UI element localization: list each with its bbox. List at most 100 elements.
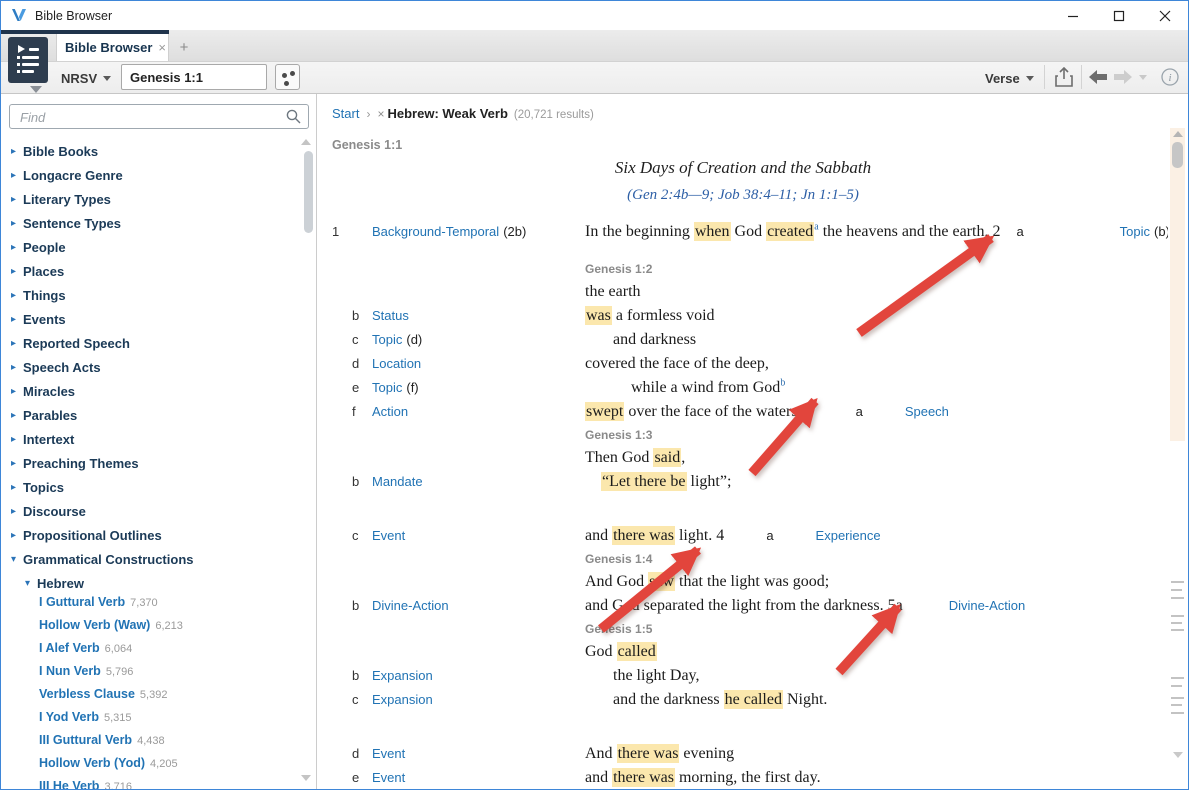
sidebar-scroll-down-icon[interactable]: [301, 775, 311, 781]
chevron-right-icon[interactable]: ▸: [11, 530, 23, 541]
sidebar-item-miracles[interactable]: ▸ Miracles: [1, 379, 302, 403]
sidebar-item-i-guttural-verb[interactable]: I Guttural Verb 7,370: [1, 595, 302, 618]
discourse-label-link[interactable]: Action: [372, 404, 408, 419]
sidebar-item-i-nun-verb[interactable]: I Nun Verb 5,796: [1, 664, 302, 687]
info-button[interactable]: i: [1159, 65, 1181, 89]
verse-text: and there was light. 4 a Experience: [585, 526, 881, 545]
sidebar-item-iii-guttural-verb[interactable]: III Guttural Verb 4,438: [1, 733, 302, 756]
filter-remove-icon[interactable]: ×: [377, 107, 384, 121]
discourse-label-link[interactable]: Experience: [816, 528, 881, 543]
maximize-button[interactable]: [1096, 1, 1142, 30]
sidebar-scrollbar-thumb[interactable]: [304, 151, 313, 233]
chevron-right-icon[interactable]: ▸: [11, 386, 23, 397]
sidebar-item-preaching-themes[interactable]: ▸ Preaching Themes: [1, 451, 302, 475]
panel-menu-button[interactable]: [8, 37, 48, 83]
discourse-label-link[interactable]: Event: [372, 528, 405, 543]
chevron-right-icon[interactable]: ▸: [11, 434, 23, 445]
chevron-right-icon[interactable]: ▸: [11, 410, 23, 421]
chevron-right-icon[interactable]: ▸: [11, 362, 23, 373]
sidebar-item-parables[interactable]: ▸ Parables: [1, 403, 302, 427]
discourse-label-link[interactable]: Topic: [1120, 224, 1150, 239]
reference-input[interactable]: [121, 64, 267, 90]
sidebar-item-reported-speech[interactable]: ▸ Reported Speech: [1, 331, 302, 355]
panel-menu-caret-icon[interactable]: [30, 86, 42, 93]
discourse-label-link[interactable]: Topic: [372, 380, 402, 395]
sidebar-item-propositional-outlines[interactable]: ▸ Propositional Outlines: [1, 523, 302, 547]
sidebar-item-people[interactable]: ▸ People: [1, 235, 302, 259]
chevron-right-icon[interactable]: ▸: [11, 146, 23, 157]
discourse-label-link[interactable]: Divine-Action: [949, 598, 1026, 613]
view-mode-selector[interactable]: Verse: [985, 67, 1034, 89]
discourse-label-link[interactable]: Topic: [372, 332, 402, 347]
discourse-label-link[interactable]: Expansion: [372, 668, 433, 683]
discourse-row: c Topic (d) and darkness: [332, 328, 1168, 352]
history-caret-icon[interactable]: [1134, 65, 1152, 89]
chevron-right-icon[interactable]: ▸: [11, 482, 23, 493]
sidebar-item-hebrew[interactable]: ▾ Hebrew: [1, 571, 302, 595]
visual-filters-button[interactable]: [275, 64, 300, 90]
scrollbar-result-mark: [1171, 704, 1182, 706]
chevron-right-icon[interactable]: ▸: [11, 338, 23, 349]
sidebar-item-i-yod-verb[interactable]: I Yod Verb 5,315: [1, 710, 302, 733]
main-scrollbar-thumb[interactable]: [1172, 142, 1183, 168]
pericope-references-link[interactable]: (Gen 2:4b—9; Job 38:4–11; Jn 1:1–5): [318, 187, 1168, 204]
chevron-right-icon[interactable]: ▸: [11, 458, 23, 469]
scroll-down-icon[interactable]: [1173, 752, 1183, 758]
footnote-marker[interactable]: b: [780, 378, 785, 389]
chevron-down-icon[interactable]: ▾: [25, 578, 37, 589]
sidebar-item-things[interactable]: ▸ Things: [1, 283, 302, 307]
chevron-right-icon[interactable]: ▸: [11, 218, 23, 229]
sidebar-item-literary-types[interactable]: ▸ Literary Types: [1, 187, 302, 211]
sidebar-item-hollow-verb-waw[interactable]: Hollow Verb (Waw) 6,213: [1, 618, 302, 641]
sidebar-item-places[interactable]: ▸ Places: [1, 259, 302, 283]
back-button[interactable]: [1086, 65, 1110, 89]
sidebar-item-speech-acts[interactable]: ▸ Speech Acts: [1, 355, 302, 379]
close-button[interactable]: [1142, 1, 1188, 30]
chevron-right-icon[interactable]: ▸: [11, 242, 23, 253]
verse-text: the light Day,: [613, 667, 700, 684]
sidebar-item-topics[interactable]: ▸ Topics: [1, 475, 302, 499]
discourse-label-link[interactable]: Speech: [905, 404, 949, 419]
chevron-right-icon[interactable]: ▸: [11, 506, 23, 517]
discourse-label-link[interactable]: Mandate: [372, 474, 423, 489]
tab-bible-browser[interactable]: Bible Browser ×: [56, 34, 169, 61]
sidebar-item-longacre-genre[interactable]: ▸ Longacre Genre: [1, 163, 302, 187]
sidebar-item-iii-he-verb[interactable]: III He Verb 3,716: [1, 779, 302, 789]
sidebar-item-bible-books[interactable]: ▸ Bible Books: [1, 139, 302, 163]
chevron-right-icon[interactable]: ▸: [11, 290, 23, 301]
main-scrollbar[interactable]: [1169, 94, 1187, 789]
forward-button[interactable]: [1111, 65, 1135, 89]
discourse-label-link[interactable]: Event: [372, 770, 405, 785]
sidebar-item-discourse[interactable]: ▸ Discourse: [1, 499, 302, 523]
discourse-label-link[interactable]: Status: [372, 308, 409, 323]
scroll-up-icon[interactable]: [1173, 131, 1183, 137]
sidebar-item-verbless-clause[interactable]: Verbless Clause 5,392: [1, 687, 302, 710]
discourse-label-link[interactable]: Background-Temporal: [372, 224, 499, 239]
export-button[interactable]: [1051, 65, 1077, 89]
sidebar-item-sentence-types[interactable]: ▸ Sentence Types: [1, 211, 302, 235]
breadcrumb-start-link[interactable]: Start: [332, 106, 359, 121]
chevron-right-icon[interactable]: ▸: [11, 266, 23, 277]
segment-letter: f: [352, 404, 356, 419]
sidebar-item-hollow-verb-yod[interactable]: Hollow Verb (Yod) 4,205: [1, 756, 302, 779]
sidebar-item-events[interactable]: ▸ Events: [1, 307, 302, 331]
chevron-right-icon[interactable]: ▸: [11, 314, 23, 325]
sidebar-item-intertext[interactable]: ▸ Intertext: [1, 427, 302, 451]
minimize-button[interactable]: [1050, 1, 1096, 30]
sidebar-item-i-alef-verb[interactable]: I Alef Verb 6,064: [1, 641, 302, 664]
sidebar-scroll-up-icon[interactable]: [301, 139, 311, 145]
chevron-right-icon[interactable]: ▸: [11, 170, 23, 181]
sidebar-item-grammatical-constructions[interactable]: ▾ Grammatical Constructions: [1, 547, 302, 571]
version-selector[interactable]: NRSV: [61, 67, 112, 89]
app-logo-icon: [12, 9, 26, 21]
tab-close-icon[interactable]: ×: [158, 40, 166, 55]
new-tab-button[interactable]: +: [174, 37, 194, 57]
chevron-down-icon[interactable]: ▾: [11, 554, 23, 565]
discourse-label-link[interactable]: Event: [372, 746, 405, 761]
find-input[interactable]: [18, 107, 277, 128]
scrollbar-result-mark: [1171, 581, 1184, 583]
discourse-label-link[interactable]: Divine-Action: [372, 598, 449, 613]
discourse-label-link[interactable]: Expansion: [372, 692, 433, 707]
discourse-label-link[interactable]: Location: [372, 356, 421, 371]
chevron-right-icon[interactable]: ▸: [11, 194, 23, 205]
